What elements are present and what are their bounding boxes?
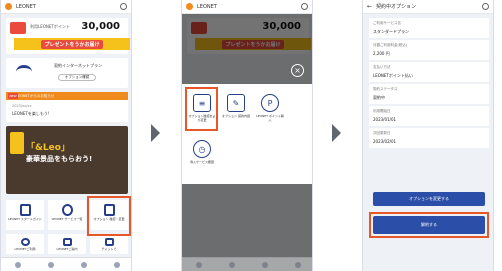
campaign-mascot-icon	[10, 132, 24, 154]
highlight-box	[369, 212, 489, 238]
tab-contact-icon	[261, 261, 268, 268]
tab-settings-icon	[294, 261, 301, 268]
field-value: LEONETポイント払い	[373, 73, 413, 78]
menu-item-info[interactable]: LEONETご案内	[48, 234, 86, 254]
phone-contract-option-screen: ← 契約中オプション ご利用サービス名 スタンダードプラン 月額ご利用料金(税込…	[362, 0, 494, 271]
points-value: 30,000	[81, 21, 120, 32]
service-icon	[61, 204, 73, 216]
step-arrow-icon	[151, 124, 160, 142]
menu-item-label: LEONETご利用	[14, 247, 36, 251]
field-label: 月額ご利用料金(税込)	[373, 43, 408, 47]
menu-item-chat[interactable]: チャットで	[90, 234, 128, 254]
internet-plan-title: 契約インターネットプラン	[54, 63, 102, 68]
app-header: LEONET	[182, 0, 312, 14]
field-label: 利用開始日	[373, 109, 391, 113]
points-card[interactable]: 利用LEONETポイント 30,000 プレゼントをうかお届け	[6, 18, 130, 54]
campaign-subtitle: 豪華景品をもらおう!	[26, 155, 93, 163]
menu-item-label: LEONET サービス一覧	[51, 217, 83, 221]
bottom-tab-bar	[1, 257, 131, 271]
wifi-icon	[16, 65, 32, 79]
points-label: 利用LEONETポイント	[30, 24, 70, 29]
sheet-item-label: 導入サービス履歴	[189, 160, 214, 164]
phone-home-screen: LEONET 利用LEONETポイント 30,000 プレゼントをうかお届け 契…	[0, 0, 132, 271]
app-title: LEONET	[197, 3, 217, 10]
field-service-name: ご利用サービス名 スタンダードプラン	[369, 18, 489, 38]
field-value: 2023/02/01	[373, 139, 397, 144]
promo-strip[interactable]: プレゼントをうかお届け	[14, 38, 130, 50]
sheet-item-point-purchase[interactable]: P LEONET ポイント購入	[256, 94, 284, 130]
tab-contact-icon[interactable]	[80, 261, 87, 268]
settings-icon[interactable]	[482, 3, 489, 10]
point-icon: P	[261, 94, 279, 112]
points-icon	[10, 22, 26, 34]
tab-home-icon[interactable]	[14, 261, 21, 268]
menu-item-label: チャットで	[101, 247, 117, 251]
field-monthly-fee: 月額ご利用料金(税込) 2,200 円	[369, 40, 489, 60]
app-title: LEONET	[16, 3, 36, 10]
close-icon[interactable]: ×	[291, 64, 304, 77]
highlight-box	[185, 87, 218, 131]
screen-title: 契約中オプション	[376, 4, 417, 10]
settings-icon[interactable]	[301, 3, 308, 10]
field-value: スタンダードプラン	[373, 29, 409, 34]
news-text: LEONETを楽しもう!	[12, 111, 50, 116]
menu-item-service-list[interactable]: LEONET サービス一覧	[48, 200, 86, 230]
leonet-logo-icon	[5, 3, 12, 10]
info-icon	[62, 238, 72, 246]
highlight-box	[87, 196, 131, 236]
sheet-item-label: LEONET ポイント購入	[256, 114, 284, 122]
screen-header: ← 契約中オプション	[363, 0, 493, 14]
campaign-title: 「&Leo」	[26, 143, 70, 153]
field-label: 次回更新日	[373, 131, 391, 135]
back-arrow-icon[interactable]: ←	[367, 3, 372, 10]
field-payment-method: 支払い方法 LEONETポイント払い	[369, 62, 489, 82]
guide-icon	[19, 204, 31, 216]
tutorial-flow: LEONET 利用LEONETポイント 30,000 プレゼントをうかお届け 契…	[0, 0, 502, 271]
field-value: 2,200 円	[373, 51, 390, 56]
field-label: ご利用サービス名	[373, 21, 401, 25]
step-arrow-icon	[332, 124, 341, 142]
usage-icon	[20, 238, 30, 246]
clock-icon: ◷	[193, 140, 211, 158]
option-check-button[interactable]: オプション確認	[58, 74, 96, 81]
field-start-date: 利用開始日 2023/01/01	[369, 106, 489, 126]
settings-icon[interactable]	[120, 3, 127, 10]
news-date: 2023/xx/xx	[12, 104, 32, 108]
sheet-item-history[interactable]: ◷ 導入サービス履歴	[188, 140, 216, 176]
edit-icon: ✎	[227, 94, 245, 112]
internet-plan-card: 契約インターネットプラン オプション確認	[6, 58, 128, 88]
bottom-tab-bar	[182, 257, 312, 271]
sheet-item-option-contract[interactable]: ✎ オプション 契約内容	[222, 94, 250, 130]
chat-icon	[104, 238, 114, 246]
field-value: 2023/01/01	[373, 117, 397, 122]
field-label: 支払い方法	[373, 65, 391, 69]
tab-leonet-icon[interactable]	[47, 261, 54, 268]
sheet-item-label: オプション 契約内容	[222, 114, 250, 118]
promo-text: プレゼントをうかお届け	[41, 39, 103, 49]
tab-home-icon	[195, 261, 202, 268]
menu-item-usage[interactable]: LEONETご利用	[6, 234, 44, 254]
menu-item-label: LEONET スタートガイド	[8, 217, 42, 221]
phone-option-menu-screen: LEONET 30,000 プレゼントをうかお届け × ≡ オプション確認および…	[181, 0, 313, 271]
field-contract-status: 契約ステータス 契約中	[369, 84, 489, 104]
change-option-button[interactable]: オプションを変更する	[373, 192, 485, 206]
news-header: LEONETからのお知らせ	[6, 92, 128, 100]
new-badge: NEW	[8, 93, 18, 99]
field-label: 契約ステータス	[373, 87, 398, 91]
campaign-banner[interactable]: 「&Leo」 豪華景品をもらおう!	[6, 126, 128, 194]
news-card[interactable]: LEONETからのお知らせ NEW 2023/xx/xx LEONETを楽しもう…	[6, 92, 128, 122]
menu-item-start-guide[interactable]: LEONET スタートガイド	[6, 200, 44, 230]
tab-settings-icon[interactable]	[113, 261, 120, 268]
field-renewal-date: 次回更新日 2023/02/01	[369, 128, 489, 148]
app-header: LEONET	[1, 0, 131, 14]
menu-item-label: LEONETご案内	[56, 247, 78, 251]
field-value: 契約中	[373, 95, 385, 100]
contract-details: ご利用サービス名 スタンダードプラン 月額ご利用料金(税込) 2,200 円 支…	[363, 14, 493, 214]
tab-leonet-icon	[228, 261, 235, 268]
leonet-logo-icon	[186, 3, 193, 10]
